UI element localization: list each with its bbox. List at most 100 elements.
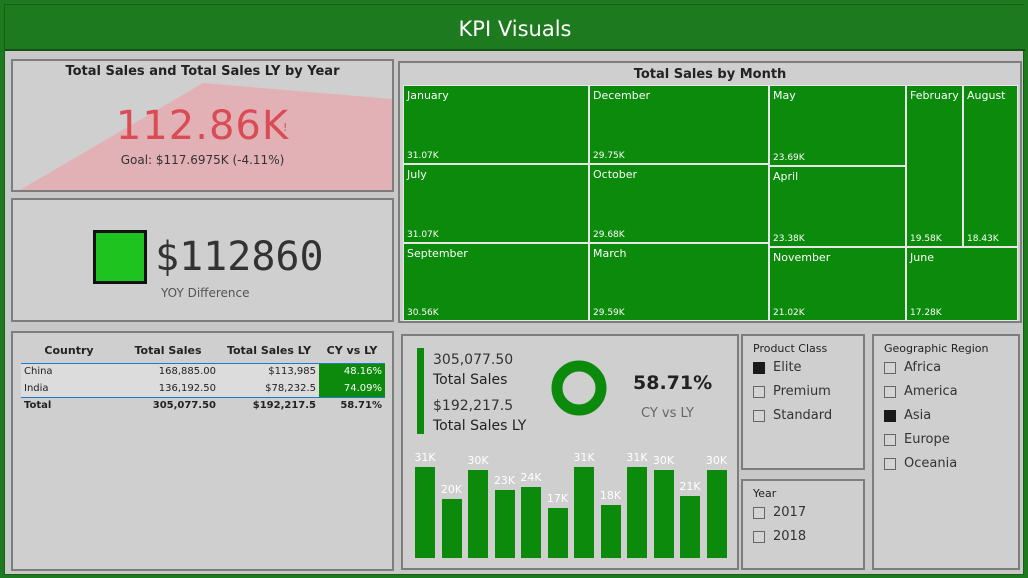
treemap-month: January <box>407 89 449 102</box>
status-square-icon <box>93 230 147 284</box>
kpi-indicator-icon: ! <box>283 121 288 134</box>
treemap-cell-february[interactable]: February 19.58K <box>906 85 963 247</box>
slicer-option-label: Asia <box>904 408 932 423</box>
slicer-option-europe[interactable]: Europe <box>884 432 950 447</box>
col-header-cy-vs-ly[interactable]: CY vs LY <box>319 339 385 364</box>
treemap-cell-january[interactable]: January 31.07K <box>403 85 589 164</box>
chart-bar[interactable] <box>441 499 462 558</box>
kpi-goal: Goal: $117.6975K (-4.11%) <box>120 153 285 167</box>
treemap-month: May <box>773 89 796 102</box>
treemap-value: 30.56K <box>407 308 439 318</box>
treemap-value: 29.59K <box>593 308 625 318</box>
treemap-cell-may[interactable]: May 23.69K <box>769 85 906 166</box>
yoy-label: YOY Difference <box>161 286 250 300</box>
table-cell: 74.09% <box>319 380 385 397</box>
checkbox-icon <box>753 409 765 422</box>
chart-data-label: 31K <box>573 450 595 464</box>
treemap-value: 18.43K <box>967 234 999 244</box>
report-canvas: KPI Visuals Total Sales and Total Sales … <box>4 4 1025 575</box>
table-cell: 58.71% <box>319 396 385 414</box>
col-header-total-sales[interactable]: Total Sales <box>117 339 219 364</box>
kpi-visual[interactable]: Total Sales and Total Sales LY by Year 1… <box>11 59 394 192</box>
chart-bar[interactable] <box>600 505 621 558</box>
table-total-row: Total 305,077.50 $192,217.5 58.71% <box>21 396 385 414</box>
checkbox-icon <box>884 433 896 446</box>
treemap-month: February <box>910 89 959 102</box>
table-cell: 305,077.50 <box>117 396 219 414</box>
slicer-option-asia[interactable]: Asia <box>884 408 931 423</box>
chart-bar[interactable] <box>547 508 568 558</box>
treemap-value: 29.75K <box>593 151 625 161</box>
chart-bar[interactable] <box>494 490 515 558</box>
treemap-cell-december[interactable]: December 29.75K <box>589 85 769 164</box>
checkbox-icon <box>753 385 765 398</box>
table-cell: $192,217.5 <box>219 396 319 414</box>
slicer-option-label: Premium <box>773 384 831 399</box>
col-header-country[interactable]: Country <box>21 339 117 364</box>
checkbox-icon <box>884 385 896 398</box>
slicer-option-2017[interactable]: 2017 <box>753 505 806 520</box>
slicer-option-label: Oceania <box>904 456 958 471</box>
treemap-cell-july[interactable]: July 31.07K <box>403 164 589 243</box>
treemap-cell-june[interactable]: June 17.28K <box>906 247 1018 321</box>
col-header-total-sales-ly[interactable]: Total Sales LY <box>219 339 319 364</box>
treemap-cell-october[interactable]: October 29.68K <box>589 164 769 243</box>
chart-bar[interactable] <box>706 469 727 558</box>
treemap-cell-august[interactable]: August 18.43K <box>963 85 1018 247</box>
slicer-option-standard[interactable]: Standard <box>753 408 832 423</box>
treemap-cell-september[interactable]: September 30.56K <box>403 243 589 321</box>
year-slicer[interactable]: Year 2017 2018 <box>741 479 865 570</box>
chart-bar[interactable] <box>680 496 700 558</box>
treemap-value: 21.02K <box>773 308 805 318</box>
sales-summary-visual[interactable]: 305,077.50 Total Sales $192,217.5 Total … <box>401 334 739 570</box>
country-table: Country Total Sales Total Sales LY CY vs… <box>21 339 385 414</box>
slicer-option-africa[interactable]: Africa <box>884 360 941 375</box>
slicer-option-label: 2017 <box>773 505 807 520</box>
treemap-cell-november[interactable]: November 21.02K <box>769 247 906 321</box>
page-title: KPI Visuals <box>5 5 1025 51</box>
chart-bar[interactable] <box>468 469 488 558</box>
chart-data-label: 30K <box>467 453 489 467</box>
chart-data-label: 31K <box>626 450 648 464</box>
slicer-title: Product Class <box>753 342 828 355</box>
slicer-option-2018[interactable]: 2018 <box>753 529 806 544</box>
chart-data-label: 30K <box>652 453 675 467</box>
table-row[interactable]: India 136,192.50 $78,232.5 74.09% <box>21 380 385 397</box>
treemap-month: June <box>910 251 934 264</box>
slicer-option-label: Standard <box>773 408 833 423</box>
table-cell: Total <box>21 396 117 414</box>
table-cell: India <box>21 380 117 397</box>
chart-bar[interactable] <box>653 469 674 558</box>
chart-bar[interactable] <box>574 466 594 558</box>
table-row[interactable]: China 168,885.00 $113,985 48.16% <box>21 363 385 380</box>
chart-data-label: 18K <box>599 489 622 503</box>
slicer-option-premium[interactable]: Premium <box>753 384 831 399</box>
chart-data-label: 17K <box>546 492 569 505</box>
chart-bar[interactable] <box>415 466 435 558</box>
treemap-month: September <box>407 247 468 260</box>
region-slicer[interactable]: Geographic Region Africa America Asia Eu… <box>872 334 1020 570</box>
treemap-value: 23.38K <box>773 234 805 244</box>
monthly-bar-chart: 31K 20K 30K 23K 24K 17K 31K 18K 31K 30K 21K 30K <box>403 336 741 572</box>
chart-bar[interactable] <box>627 466 647 558</box>
chart-data-label: 21K <box>679 480 701 494</box>
slicer-option-label: Elite <box>773 360 802 375</box>
table-cell: 136,192.50 <box>117 380 219 397</box>
slicer-option-elite[interactable]: Elite <box>753 360 802 375</box>
chart-data-label: 24K <box>520 471 542 485</box>
slicer-option-label: 2018 <box>773 529 807 544</box>
treemap-month: March <box>593 247 627 260</box>
chart-bar[interactable] <box>521 487 541 558</box>
slicer-option-oceania[interactable]: Oceania <box>884 456 957 471</box>
yoy-card[interactable]: $112860 YOY Difference <box>11 198 394 322</box>
product-class-slicer[interactable]: Product Class Elite Premium Standard <box>741 334 865 470</box>
treemap-visual[interactable]: Total Sales by Month January 31.07K Decem… <box>398 61 1022 323</box>
slicer-option-label: Europe <box>904 432 950 447</box>
chart-data-label: 20K <box>440 483 463 497</box>
treemap-cell-march[interactable]: March 29.59K <box>589 243 769 321</box>
country-table-visual[interactable]: Country Total Sales Total Sales LY CY vs… <box>11 331 394 571</box>
treemap-cell-april[interactable]: April 23.38K <box>769 166 906 247</box>
table-cell: China <box>21 363 117 380</box>
table-cell: $78,232.5 <box>219 380 319 397</box>
slicer-option-america[interactable]: America <box>884 384 958 399</box>
